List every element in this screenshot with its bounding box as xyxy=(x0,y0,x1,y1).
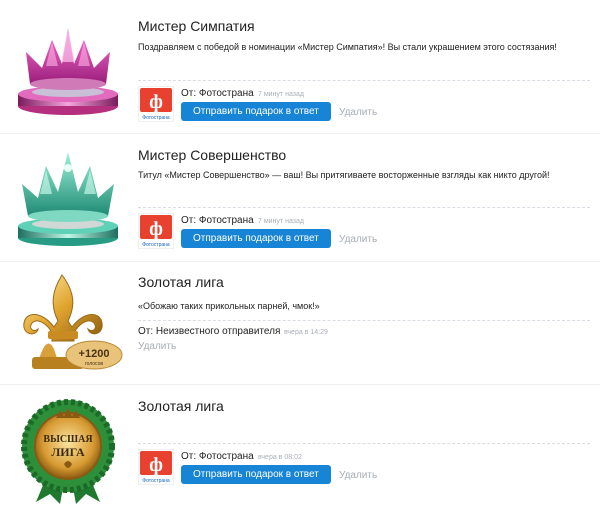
delete-gift-link[interactable]: Удалить xyxy=(339,470,377,481)
svg-text:ф: ф xyxy=(149,454,163,476)
gift-time: 7 минут назад xyxy=(258,218,304,225)
delete-gift-link[interactable]: Удалить xyxy=(339,107,377,118)
gift-time: 7 минут назад xyxy=(258,91,304,98)
votes-badge-text: голосов xyxy=(85,361,103,367)
dotted-divider xyxy=(138,207,590,208)
teal-crown-gift-image[interactable] xyxy=(12,148,124,248)
gift-sender: От: Фотострана xyxy=(181,88,254,99)
gift-time: вчера в 08:02 xyxy=(258,454,302,461)
delete-gift-link[interactable]: Удалить xyxy=(339,234,377,245)
fleur-de-lis-gift-image[interactable]: +1200 голосов xyxy=(12,271,124,375)
delete-gift-link[interactable]: Удалить xyxy=(138,341,176,352)
reply-gift-button[interactable]: Отправить подарок в ответ xyxy=(181,465,331,484)
gift-title: Золотая лига xyxy=(138,398,224,414)
dotted-divider xyxy=(138,320,590,321)
svg-text:Фотострана: Фотострана xyxy=(142,478,170,484)
gift-message: Титул «Мистер Совершенство» — ваш! Вы пр… xyxy=(138,170,550,180)
fotostrana-avatar[interactable]: ф Фотострана xyxy=(138,213,174,249)
dotted-divider xyxy=(138,80,590,81)
gift-divider xyxy=(0,261,600,262)
gift-divider xyxy=(0,133,600,134)
gift-time: вчера в 14:29 xyxy=(284,329,328,336)
gift-message: «Обожаю таких прикольных парней, чмок!» xyxy=(138,301,320,311)
gift-sender: От: Фотострана xyxy=(181,215,254,226)
gift-divider xyxy=(0,384,600,385)
fotostrana-avatar[interactable]: ф Фотострана xyxy=(138,86,174,122)
svg-text:Фотострана: Фотострана xyxy=(142,115,170,121)
svg-text:Фотострана: Фотострана xyxy=(142,242,170,248)
svg-text:ф: ф xyxy=(149,91,163,113)
gift-title: Мистер Симпатия xyxy=(138,18,255,34)
pink-crown-gift-image[interactable] xyxy=(12,18,124,118)
high-league-medal-gift-image[interactable]: ВЫСШАЯ ЛИГА xyxy=(12,394,124,504)
svg-text:ф: ф xyxy=(149,218,163,240)
gift-message: Поздравляем с победой в номинации «Мисте… xyxy=(138,42,557,52)
gift-title: Золотая лига xyxy=(138,274,224,290)
medal-line2: ЛИГА xyxy=(51,445,85,459)
reply-gift-button[interactable]: Отправить подарок в ответ xyxy=(181,102,331,121)
votes-badge-number: +1200 xyxy=(79,348,110,360)
gift-sender: От: Неизвестного отправителя xyxy=(138,326,281,337)
gift-title: Мистер Совершенство xyxy=(138,147,287,163)
gift-sender: От: Фотострана xyxy=(181,451,254,462)
medal-line1: ВЫСШАЯ xyxy=(43,434,93,445)
dotted-divider xyxy=(138,443,590,444)
fotostrana-avatar[interactable]: ф Фотострана xyxy=(138,449,174,485)
reply-gift-button[interactable]: Отправить подарок в ответ xyxy=(181,229,331,248)
